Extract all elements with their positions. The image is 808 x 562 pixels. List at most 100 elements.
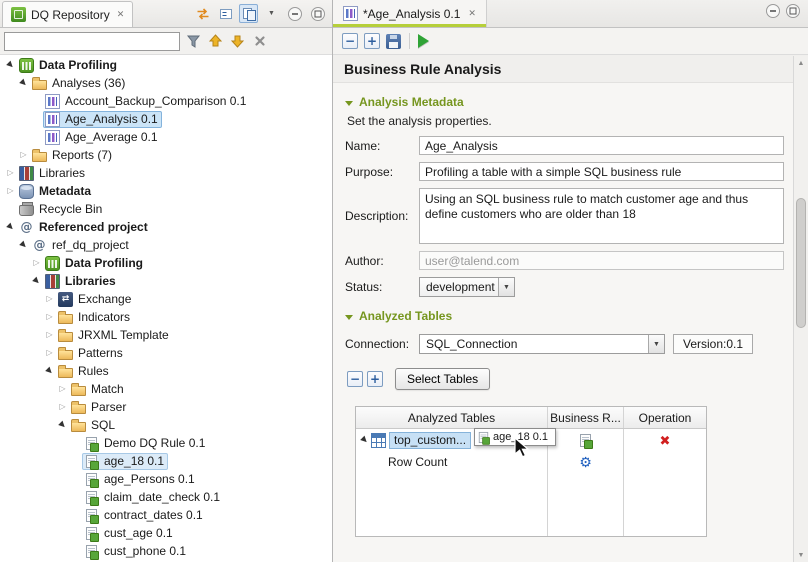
scrollbar-thumb[interactable] xyxy=(796,198,806,328)
tree-item-exchange[interactable]: ▷Exchange xyxy=(0,290,332,308)
minimize-editor-icon[interactable] xyxy=(765,3,781,22)
tree-item-match[interactable]: ▷Match xyxy=(0,380,332,398)
tree-item-indicators[interactable]: ▷Indicators xyxy=(0,308,332,326)
tree-item-data-profiling[interactable]: ▷Data Profiling xyxy=(0,254,332,272)
delete-icon[interactable]: ✖ xyxy=(660,434,671,447)
expand-arrow-icon[interactable]: ▷ xyxy=(43,295,56,303)
tree-item-recycle-bin[interactable]: Recycle Bin xyxy=(0,200,332,218)
collapse-all-icon[interactable] xyxy=(216,4,235,23)
collapse-arrow-icon[interactable]: ▶ xyxy=(42,364,57,379)
tree-item-ref-dq-project[interactable]: ▶ref_dq_project xyxy=(0,236,332,254)
scrollbar-track[interactable] xyxy=(794,70,808,548)
dropdown-arrow-icon[interactable]: ▼ xyxy=(648,335,664,353)
run-analysis-icon[interactable] xyxy=(418,34,429,48)
filter-input[interactable] xyxy=(4,32,180,51)
business-rule-icon[interactable] xyxy=(580,434,591,447)
tree-item-age-persons-0-1[interactable]: age_Persons 0.1 xyxy=(0,470,332,488)
section-analysis-metadata[interactable]: Analysis Metadata xyxy=(345,95,784,109)
tree-item-demo-dq-rule-0-1[interactable]: Demo DQ Rule 0.1 xyxy=(0,434,332,452)
expand-arrow-icon[interactable]: ▷ xyxy=(4,169,17,177)
collapse-arrow-icon[interactable]: ▶ xyxy=(16,238,31,253)
status-select[interactable]: development ▼ xyxy=(419,277,515,297)
collapse-arrow-icon[interactable]: ▶ xyxy=(357,433,372,448)
tree-item-box: Data Profiling xyxy=(17,57,121,74)
connection-row: Connection: SQL_Connection ▼ Version:0.1 xyxy=(345,334,784,354)
tree-item-contract-dates-0-1[interactable]: contract_dates 0.1 xyxy=(0,506,332,524)
maximize-editor-icon[interactable] xyxy=(785,3,801,22)
tree-item-age-analysis-0-1[interactable]: Age_Analysis 0.1 xyxy=(0,110,332,128)
tree-item-cust-phone-0-1[interactable]: cust_phone 0.1 xyxy=(0,542,332,560)
dropdown-arrow-icon[interactable]: ▼ xyxy=(498,278,514,296)
scroll-up-icon[interactable]: ▲ xyxy=(794,56,808,70)
minimize-view-icon[interactable] xyxy=(285,4,304,23)
tree-item-analyses-36[interactable]: ▶Analyses (36) xyxy=(0,74,332,92)
scroll-down-icon[interactable]: ▼ xyxy=(794,548,808,562)
link-with-editor-icon[interactable] xyxy=(239,4,258,23)
tree-item-metadata[interactable]: ▷Metadata xyxy=(0,182,332,200)
purpose-input[interactable] xyxy=(419,162,784,181)
tree-item-age-18-0-1[interactable]: age_18 0.1 xyxy=(0,452,332,470)
select-tables-button[interactable]: Select Tables xyxy=(395,368,490,390)
view-menu-icon[interactable]: ▼ xyxy=(262,4,281,23)
tree-item-patterns[interactable]: ▷Patterns xyxy=(0,344,332,362)
collapse-section-icon[interactable] xyxy=(345,101,353,106)
tree-item-age-average-0-1[interactable]: Age_Average 0.1 xyxy=(0,128,332,146)
vertical-scrollbar[interactable]: ▲ ▼ xyxy=(793,56,808,562)
arrow-down-icon[interactable] xyxy=(229,32,246,51)
tree-item-parser[interactable]: ▷Parser xyxy=(0,398,332,416)
expand-arrow-icon[interactable]: ▷ xyxy=(56,385,69,393)
collapse-arrow-icon[interactable]: ▶ xyxy=(55,418,70,433)
expand-arrow-icon[interactable]: ▷ xyxy=(30,259,43,267)
analyzed-table-name[interactable]: top_custom... xyxy=(389,432,471,449)
collapse-section-icon[interactable] xyxy=(345,315,353,320)
tree-item-cust-age-0-1[interactable]: cust_age 0.1 xyxy=(0,524,332,542)
gear-icon[interactable]: ⚙ xyxy=(579,455,592,469)
expand-arrow-icon[interactable]: ▷ xyxy=(17,151,30,159)
save-icon[interactable] xyxy=(386,34,401,49)
expand-sections-icon[interactable]: + xyxy=(364,33,380,49)
tree-item-libraries[interactable]: ▷Libraries xyxy=(0,164,332,182)
collapse-arrow-icon[interactable]: ▶ xyxy=(3,220,18,235)
talend-studio-window: DQ Repository ✕ ▼ xyxy=(0,0,808,562)
column-analyzed-tables[interactable]: Analyzed Tables xyxy=(356,407,548,428)
collapse-sections-icon[interactable]: − xyxy=(342,33,358,49)
expand-arrow-icon[interactable]: ▷ xyxy=(43,349,56,357)
filter-funnel-icon[interactable] xyxy=(185,32,202,51)
refresh-icon[interactable] xyxy=(193,4,212,23)
collapse-arrow-icon[interactable]: ▶ xyxy=(3,58,18,73)
expand-tables-icon[interactable]: + xyxy=(367,371,383,387)
tree-item-sql[interactable]: ▶ SQL xyxy=(0,416,332,434)
tab-age-analysis[interactable]: *Age_Analysis 0.1 ✕ xyxy=(333,0,487,27)
expand-arrow-icon[interactable]: ▷ xyxy=(43,331,56,339)
column-business-rule[interactable]: Business R... xyxy=(548,407,624,428)
indicator-name[interactable]: Row Count xyxy=(388,455,447,469)
arrow-up-icon[interactable] xyxy=(207,32,224,51)
tab-dq-repository[interactable]: DQ Repository ✕ xyxy=(2,1,133,27)
tree-item-data-profiling[interactable]: ▶Data Profiling xyxy=(0,56,332,74)
tree-item-account-backup-comparison-0-1[interactable]: Account_Backup_Comparison 0.1 xyxy=(0,92,332,110)
tree-item-claim-date-check-0-1[interactable]: claim_date_check 0.1 xyxy=(0,488,332,506)
folder-icon xyxy=(58,350,73,360)
section-analyzed-tables[interactable]: Analyzed Tables xyxy=(345,309,784,323)
expand-arrow-icon[interactable]: ▷ xyxy=(4,187,17,195)
tree-item-libraries[interactable]: ▶Libraries xyxy=(0,272,332,290)
tree-item-rules[interactable]: ▶Rules xyxy=(0,362,332,380)
tree-item-referenced-project[interactable]: ▶Referenced project xyxy=(0,218,332,236)
collapse-tables-icon[interactable]: − xyxy=(347,371,363,387)
name-input[interactable] xyxy=(419,136,784,155)
folder-icon xyxy=(71,422,86,432)
description-input[interactable]: Using an SQL business rule to match cust… xyxy=(419,188,784,244)
maximize-view-icon[interactable] xyxy=(308,4,327,23)
clear-filter-icon[interactable] xyxy=(251,32,268,51)
tree-item-reports-7[interactable]: ▷Reports (7) xyxy=(0,146,332,164)
column-operation[interactable]: Operation xyxy=(624,407,706,428)
close-icon[interactable]: ✕ xyxy=(117,10,125,19)
connection-select[interactable]: SQL_Connection ▼ xyxy=(419,334,665,354)
tree-item-jrxml-template[interactable]: ▷JRXML Template xyxy=(0,326,332,344)
collapse-arrow-icon[interactable]: ▶ xyxy=(29,274,44,289)
close-tab-icon[interactable]: ✕ xyxy=(468,9,476,18)
tree-item-label: SQL xyxy=(89,418,115,432)
expand-arrow-icon[interactable]: ▷ xyxy=(56,403,69,411)
expand-arrow-icon[interactable]: ▷ xyxy=(43,313,56,321)
collapse-arrow-icon[interactable]: ▶ xyxy=(16,76,31,91)
